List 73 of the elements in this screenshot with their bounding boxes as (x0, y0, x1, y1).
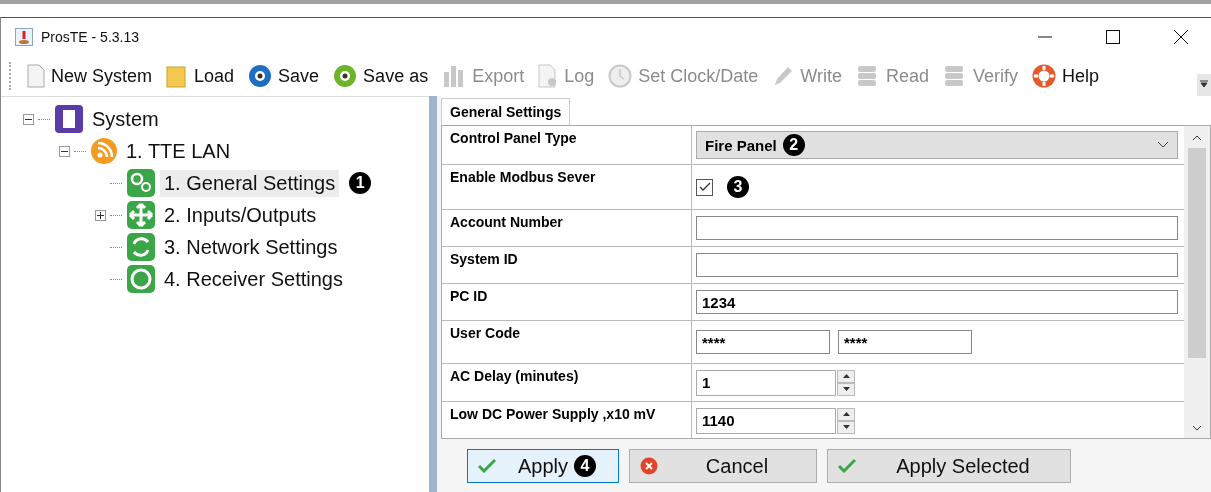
expand-toggle[interactable] (95, 209, 106, 221)
overflow-button[interactable] (1197, 74, 1211, 96)
tree-item[interactable]: 3. Network Settings (160, 233, 342, 261)
checkmark-icon (478, 459, 496, 473)
input-field[interactable]: 1234 (696, 290, 1178, 314)
app-icon (15, 28, 33, 46)
tree-item[interactable]: 1. General Settings (160, 169, 340, 197)
sync-icon (126, 232, 156, 262)
increment-button[interactable] (837, 407, 855, 421)
tree-item[interactable]: System (88, 105, 163, 133)
tree-item[interactable]: 2. Inputs/Outputs (160, 201, 321, 229)
input-field[interactable]: 1140 (696, 407, 836, 434)
dropdown[interactable]: Fire Panel 2 (696, 131, 1178, 159)
setting-label: PC ID (442, 284, 692, 320)
clock-icon (608, 64, 633, 88)
document-icon (54, 104, 84, 134)
lifebuoy-icon (1032, 64, 1057, 88)
input-field[interactable]: **** (696, 330, 830, 354)
plus-icon (97, 211, 104, 219)
pencil-icon (772, 64, 795, 88)
callout-number: 3 (727, 176, 749, 198)
setting-label: Control Panel Type (442, 126, 692, 164)
checkmark-icon (698, 182, 711, 192)
disc-icon (333, 64, 358, 88)
move-arrows-icon (126, 200, 156, 230)
maximize-icon (1106, 30, 1120, 44)
dialog-button[interactable]: Cancel (629, 449, 817, 483)
chevron-up-icon (1192, 135, 1202, 141)
tab[interactable]: General Settings (441, 98, 571, 125)
setting-label: User Code (442, 321, 692, 363)
down-triangle-icon (842, 425, 850, 429)
callout-number: 2 (782, 134, 805, 156)
input-field[interactable] (696, 253, 1178, 277)
cancel-icon (640, 457, 658, 475)
callout-number: 1 (349, 172, 372, 194)
toolbar-button[interactable]: Save as (333, 64, 429, 88)
dialog-button[interactable]: Apply Selected (827, 449, 1071, 483)
checkbox[interactable] (696, 178, 713, 196)
increment-button[interactable] (837, 369, 855, 383)
setting-label: Account Number (442, 210, 692, 246)
toolbar-button[interactable]: Load (166, 64, 235, 88)
document-gear-icon (538, 64, 559, 88)
input-field[interactable]: **** (838, 330, 972, 354)
chevron-down-icon (1192, 425, 1202, 431)
collapse-toggle[interactable] (23, 113, 34, 125)
tree-item[interactable]: 1. TTE LAN (122, 137, 235, 165)
setting-label: System ID (442, 247, 692, 283)
down-triangle-icon (842, 387, 850, 391)
feed-icon (90, 137, 118, 165)
toolbar-button[interactable]: New System (27, 64, 153, 88)
input-field[interactable]: 1 (696, 369, 836, 396)
setting-label: AC Delay (minutes) (442, 364, 692, 401)
input-field[interactable] (696, 216, 1178, 240)
minimize-icon (1038, 36, 1052, 38)
checkmark-icon (838, 459, 856, 473)
disc-icon (248, 64, 273, 88)
document-icon (27, 64, 45, 88)
toolbar-button[interactable]: Save (248, 64, 320, 88)
scrollbar-thumb[interactable] (1188, 148, 1206, 358)
collapse-toggle[interactable] (59, 145, 70, 157)
up-triangle-icon (842, 412, 850, 416)
setting-label: Low DC Power Supply ,x10 mV (442, 402, 692, 438)
chevron-down-icon (1157, 141, 1169, 149)
up-triangle-icon (842, 374, 850, 378)
dialog-button[interactable]: Apply 4 (467, 449, 619, 483)
close-icon (1174, 30, 1188, 44)
callout-number: 4 (574, 455, 596, 477)
toolbar-button[interactable]: Help (1032, 64, 1100, 88)
setting-label: Enable Modbus Sever (442, 165, 692, 209)
folder-icon (166, 64, 189, 88)
overflow-icon (1200, 80, 1208, 88)
tree-item[interactable]: 4. Receiver Settings (160, 265, 347, 293)
window-title: ProsTE - 5.3.13 (41, 29, 141, 45)
